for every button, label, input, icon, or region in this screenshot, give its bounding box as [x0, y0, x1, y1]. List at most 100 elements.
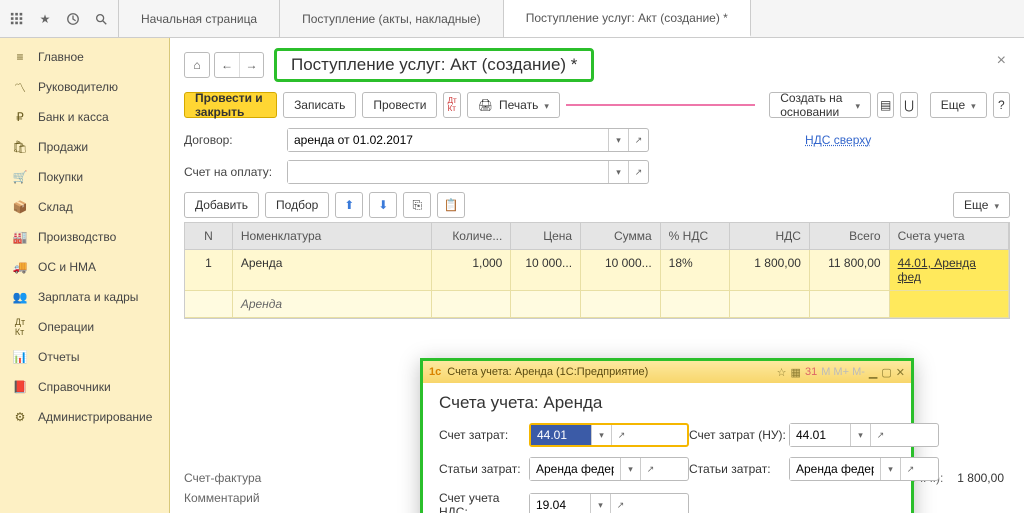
sidebar-item-hr[interactable]: 👥Зарплата и кадры — [0, 282, 169, 312]
cost-item-input[interactable] — [530, 458, 620, 480]
maximize-icon[interactable]: ▢ — [881, 366, 891, 379]
tab-current[interactable]: Поступление услуг: Акт (создание) * — [504, 0, 751, 37]
search-icon[interactable] — [92, 10, 110, 28]
chevron-down-icon[interactable]: ▾ — [880, 458, 900, 480]
open-icon[interactable]: ↗ — [610, 494, 630, 513]
copy-button[interactable]: ⎘ — [403, 192, 431, 218]
chevron-down-icon[interactable]: ▾ — [620, 458, 640, 480]
date-icon[interactable]: 31 — [805, 366, 817, 379]
cell-sum: 10 000... — [581, 250, 661, 290]
post-button[interactable]: Провести — [362, 92, 437, 118]
cost-acct-nu-input[interactable] — [790, 424, 850, 446]
add-row-button[interactable]: Добавить — [184, 192, 259, 218]
doc-button[interactable]: ▤ — [877, 92, 894, 118]
sidebar-item-label: Справочники — [38, 380, 111, 394]
create-based-button[interactable]: Создать на основании — [769, 92, 871, 118]
back-button[interactable]: ← — [215, 53, 239, 77]
dialog-window-title: Счета учета: Аренда (1С:Предприятие) — [447, 366, 648, 378]
dialog-titlebar[interactable]: 1c Счета учета: Аренда (1С:Предприятие) … — [423, 361, 911, 383]
help-button[interactable]: ? — [993, 92, 1010, 118]
sidebar-item-warehouse[interactable]: 📦Склад — [0, 192, 169, 222]
post-and-close-button[interactable]: Провести и закрыть — [184, 92, 277, 118]
star-icon[interactable]: ★ — [36, 10, 54, 28]
sidebar-item-main[interactable]: ≡Главное — [0, 42, 169, 72]
fav-icon[interactable]: ☆ — [777, 366, 787, 379]
contract-input[interactable] — [288, 129, 608, 151]
cost-acct-combo[interactable]: ▾ ↗ — [529, 423, 689, 447]
home-button[interactable]: ⌂ — [184, 52, 210, 78]
sidebar-item-label: Покупки — [38, 170, 83, 184]
sidebar-item-purchases[interactable]: 🛒Покупки — [0, 162, 169, 192]
chevron-down-icon[interactable]: ▾ — [608, 161, 628, 183]
sidebar-item-sales[interactable]: 🛍Продажи — [0, 132, 169, 162]
contract-row: Договор: ▾ ↗ НДС сверху — [184, 128, 1010, 152]
question-icon: ? — [998, 98, 1005, 112]
vat-mode-link[interactable]: НДС сверху — [805, 133, 871, 147]
chevron-down-icon[interactable]: ▾ — [608, 129, 628, 151]
open-icon[interactable]: ↗ — [640, 458, 660, 480]
vat-acct-combo[interactable]: ▾ ↗ — [529, 493, 689, 513]
chevron-down-icon[interactable]: ▾ — [591, 425, 611, 445]
sidebar-item-operations[interactable]: ДтКтОперации — [0, 312, 169, 342]
sidebar-item-bank[interactable]: ₽Банк и касса — [0, 102, 169, 132]
table-more-button[interactable]: Еще — [953, 192, 1010, 218]
sidebar-item-refs[interactable]: 📕Справочники — [0, 372, 169, 402]
cost-item2-input[interactable] — [790, 458, 880, 480]
cost-item2-combo[interactable]: ▾ ↗ — [789, 457, 939, 481]
open-icon[interactable]: ↗ — [628, 129, 648, 151]
sidebar-item-label: Главное — [38, 50, 84, 64]
write-button[interactable]: Записать — [283, 92, 356, 118]
open-icon[interactable]: ↗ — [628, 161, 648, 183]
cell-accounts[interactable]: 44.01, Аренда фед — [890, 250, 1009, 290]
truck-icon: 🚚 — [12, 259, 28, 275]
invoice-input[interactable] — [288, 161, 608, 183]
sidebar-item-assets[interactable]: 🚚ОС и НМА — [0, 252, 169, 282]
cost-item-combo[interactable]: ▾ ↗ — [529, 457, 689, 481]
open-icon[interactable]: ↗ — [900, 458, 920, 480]
col-n[interactable]: N — [185, 223, 233, 249]
sidebar-item-reports[interactable]: 📊Отчеты — [0, 342, 169, 372]
sidebar-item-production[interactable]: 🏭Производство — [0, 222, 169, 252]
minimize-icon[interactable]: ▁ — [869, 366, 877, 379]
paste-button[interactable]: 📋 — [437, 192, 465, 218]
open-icon[interactable]: ↗ — [611, 425, 631, 445]
close-icon[interactable]: ✕ — [896, 366, 905, 379]
cost-acct-nu-combo[interactable]: ▾ ↗ — [789, 423, 939, 447]
arrow-down-icon: ⬇ — [378, 198, 388, 212]
col-accounts[interactable]: Счета учета — [890, 223, 1009, 249]
debit-credit-button[interactable]: ДтКт — [443, 92, 460, 118]
vat-acct-input[interactable] — [530, 494, 590, 513]
col-nomenclature[interactable]: Номенклатура — [233, 223, 432, 249]
col-vat[interactable]: НДС — [730, 223, 810, 249]
col-qty[interactable]: Количе... — [432, 223, 512, 249]
close-icon[interactable]: × — [997, 52, 1006, 70]
sidebar-item-manager[interactable]: 〽Руководителю — [0, 72, 169, 102]
col-total[interactable]: Всего — [810, 223, 890, 249]
col-price[interactable]: Цена — [511, 223, 581, 249]
tab-home[interactable]: Начальная страница — [119, 0, 280, 37]
invoice-combo[interactable]: ▾ ↗ — [287, 160, 649, 184]
move-down-button[interactable]: ⬇ — [369, 192, 397, 218]
forward-button[interactable]: → — [239, 53, 263, 77]
col-vat-percent[interactable]: % НДС — [661, 223, 731, 249]
col-sum[interactable]: Сумма — [581, 223, 661, 249]
contract-combo[interactable]: ▾ ↗ — [287, 128, 649, 152]
sidebar-item-admin[interactable]: ⚙Администрирование — [0, 402, 169, 432]
arrow-up-icon: ⬆ — [344, 198, 354, 212]
print-button[interactable]: 🖨Печать — [467, 92, 560, 118]
tab-receipts[interactable]: Поступление (акты, накладные) — [280, 0, 504, 37]
chevron-down-icon[interactable]: ▾ — [850, 424, 870, 446]
cost-acct-input[interactable] — [531, 425, 591, 445]
attach-button[interactable]: ⋃ — [900, 92, 917, 118]
apps-icon[interactable] — [8, 10, 26, 28]
more-button[interactable]: Еще — [930, 92, 987, 118]
table-row[interactable]: Аренда — [185, 291, 1009, 318]
calc-icon[interactable]: ▦ — [791, 366, 801, 379]
pick-button[interactable]: Подбор — [265, 192, 329, 218]
open-icon[interactable]: ↗ — [870, 424, 890, 446]
chevron-down-icon[interactable]: ▾ — [590, 494, 610, 513]
history-icon[interactable] — [64, 10, 82, 28]
table-row[interactable]: 1 Аренда 1,000 10 000... 10 000... 18% 1… — [185, 250, 1009, 291]
move-up-button[interactable]: ⬆ — [335, 192, 363, 218]
cell-vat-percent: 18% — [661, 250, 731, 290]
